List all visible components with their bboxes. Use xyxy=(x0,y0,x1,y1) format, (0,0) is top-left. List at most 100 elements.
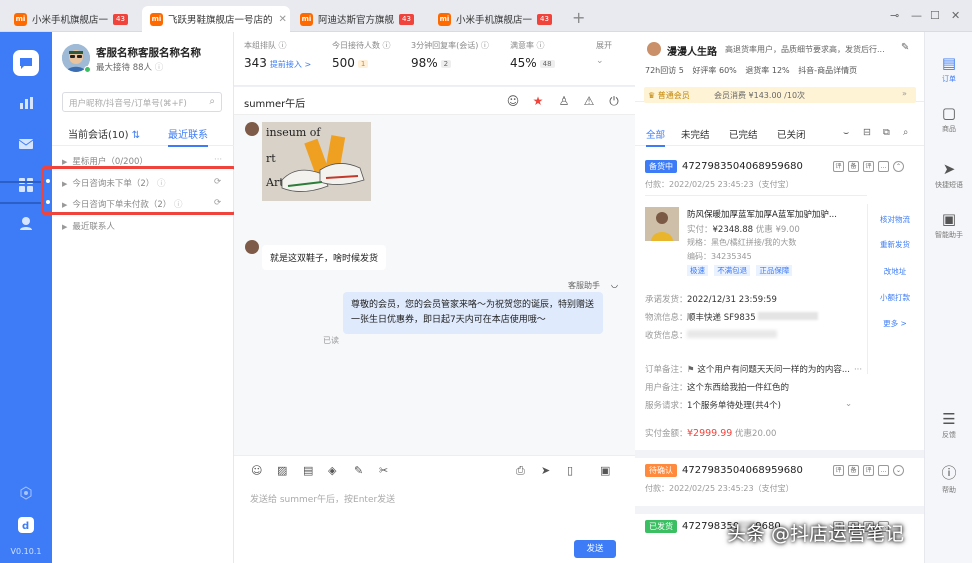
check-logistics-button[interactable]: 核对物流 xyxy=(871,214,919,225)
online-status-dot xyxy=(84,66,91,73)
star-icon[interactable]: ★ xyxy=(530,93,546,109)
more-icon: … xyxy=(878,465,889,476)
pin-icon[interactable]: ⊸ xyxy=(890,9,899,22)
close-window-icon[interactable]: ✕ xyxy=(951,9,960,22)
avatar xyxy=(647,42,661,56)
order-header: 备货中 4727983504068959680 xyxy=(645,160,803,173)
tab-xiaomi-1[interactable]: mi 小米手机旗舰店一 43 xyxy=(6,6,138,32)
calendar-icon[interactable]: ▤ xyxy=(303,464,313,477)
chat-icon[interactable] xyxy=(13,50,39,76)
emoji-icon[interactable]: ☺ xyxy=(251,464,262,477)
quick-phrases-tool[interactable]: ➤ 快捷短语 xyxy=(925,160,972,190)
search-input[interactable]: 用户昵称/抖音号/订单号(⌘+F) ⌕ xyxy=(62,92,222,112)
info-icon: ⓘ xyxy=(382,41,391,50)
chevron-down-icon: ⌄ xyxy=(845,399,853,409)
product-tags: 极速 不满包退 正品保障 xyxy=(687,265,793,276)
send-button[interactable]: 发送 xyxy=(574,540,616,558)
users-icon[interactable] xyxy=(13,210,39,236)
tab-adidas[interactable]: mi 阿迪达斯官方旗舰 43 xyxy=(292,6,424,32)
tab-incomplete[interactable]: 未完结 xyxy=(681,127,710,141)
add-tab-icon[interactable]: + xyxy=(572,8,585,27)
user-transfer-icon[interactable]: ♙ xyxy=(556,93,572,109)
mi-logo-icon: mi xyxy=(14,12,27,26)
settings-icon[interactable] xyxy=(13,480,39,506)
product-title: 防风保暖加厚蓝军加厚A蓝军加驴加驴... xyxy=(687,210,837,220)
change-address-button[interactable]: 改地址 xyxy=(871,266,919,277)
order-paid-time: 付款：2022/02/25 23:45:23（支付宝） xyxy=(645,180,794,189)
product-code: 编码：34235345 xyxy=(687,252,752,261)
smile-icon[interactable]: ☺ xyxy=(505,93,521,109)
product-photo[interactable]: inseum of rt Art xyxy=(262,122,371,201)
tab-all-orders[interactable]: 全部 xyxy=(646,127,666,147)
maximize-icon[interactable]: ☐ xyxy=(930,9,940,22)
early-access-link[interactable]: 提前接入 > xyxy=(270,60,311,69)
tab-feiyue[interactable]: mi 飞跃男鞋旗舰店一号店的 ✕ xyxy=(142,6,290,32)
more-actions-button[interactable]: 更多 > xyxy=(871,318,919,329)
highlight-box xyxy=(41,166,237,215)
apps-icon[interactable] xyxy=(13,172,39,198)
group-recent-contacts[interactable]: ▶ 最近联系人 xyxy=(62,220,115,232)
feedback-tool[interactable]: ☰ 反馈 xyxy=(925,410,972,440)
smart-assistant-tool[interactable]: ▣ 智能助手 xyxy=(925,210,972,240)
customer-metrics: 72h回访 5 好评率 60% 退货率 12% 抖音-商品详情页 xyxy=(645,66,858,75)
product-thumbnail[interactable] xyxy=(645,207,679,241)
help-tool[interactable]: ⓘ 帮助 xyxy=(925,462,972,495)
member-bar[interactable]: ♛ 普通会员 会员消费 ¥143.00 /10次 » xyxy=(644,87,916,103)
send-icon: ➤ xyxy=(942,160,956,178)
chevron-down-icon: » xyxy=(902,89,907,98)
edit-icon[interactable]: ✎ xyxy=(901,42,909,53)
chevron-up-icon: ⌃ xyxy=(893,161,904,172)
stats-icon[interactable] xyxy=(13,90,39,116)
service-request[interactable]: 服务请求：1个服务单待处理(共4个) ⌄ xyxy=(645,399,852,411)
order-actions[interactable]: 评备评 … ⌄ xyxy=(829,464,904,476)
panel-icon[interactable]: ▯ xyxy=(567,464,573,477)
tab-completed[interactable]: 已完结 xyxy=(729,127,758,141)
tab-closed[interactable]: 已关闭 xyxy=(777,127,806,141)
chevron-right-icon: ▶ xyxy=(62,223,68,231)
edit-icon[interactable]: ✎ xyxy=(354,464,363,477)
stat-today-visitors: 今日接待人数 ⓘ 500 1 xyxy=(332,41,391,70)
info-icon: ⓘ xyxy=(536,41,545,50)
message-textarea[interactable]: 发送给 summer午后，按Enter发送 xyxy=(250,492,395,505)
printer-icon[interactable]: ⎙ xyxy=(516,464,525,478)
orders-tool[interactable]: ▤ 订单 xyxy=(925,54,972,84)
chevron-right-icon: ▶ xyxy=(62,158,68,166)
close-icon[interactable]: ✕ xyxy=(279,14,287,25)
svg-text:d: d xyxy=(22,521,29,532)
unread-badge: 43 xyxy=(399,13,414,25)
photo-text: Art xyxy=(265,176,284,189)
app-logo-icon: d xyxy=(13,512,39,538)
note-icon: 备 xyxy=(848,161,859,172)
unread-badge: 43 xyxy=(113,13,128,25)
filter-icon[interactable]: ⊟ xyxy=(863,127,871,138)
copy-icon[interactable]: ⧉ xyxy=(883,127,890,138)
tab-recent-contacts[interactable]: 最近联系 xyxy=(168,126,208,147)
outgoing-message: 尊敬的会员，您的会员管家来咯～为祝贺您的诞辰，特别赠送一张生日优惠券，即日起7天… xyxy=(343,292,603,334)
products-tool[interactable]: ▢ 商品 xyxy=(925,104,972,134)
tab-current-conversations[interactable]: 当前会话(10) ⇅ xyxy=(68,126,140,141)
layers-icon[interactable]: ◈ xyxy=(328,464,336,477)
note-icon: 备 xyxy=(848,465,859,476)
power-icon[interactable]: ⏻ xyxy=(606,93,622,109)
small-payment-button[interactable]: 小额打款 xyxy=(871,292,919,303)
eye-icon[interactable]: ⌣ xyxy=(843,127,849,138)
send-plane-icon[interactable]: ➤ xyxy=(541,464,550,477)
user-remark: 用户备注：这个东西给我拍一件红色的 xyxy=(645,383,790,393)
scissors-icon[interactable]: ✂ xyxy=(379,464,388,477)
expand-stats-button[interactable]: 展开 ⌄ xyxy=(596,40,612,66)
mail-icon[interactable] xyxy=(13,131,39,157)
robot-icon[interactable]: ▣ xyxy=(600,464,610,477)
search-icon[interactable]: ⌕ xyxy=(209,96,215,107)
agent-name: 客服名称客服名称名称 xyxy=(96,47,201,59)
search-icon[interactable]: ⌕ xyxy=(903,127,908,138)
reship-button[interactable]: 重新发货 xyxy=(871,239,919,250)
image-icon[interactable]: ▨ xyxy=(277,464,287,477)
message-input-area: ☺ ▨ ▤ ◈ ✎ ✂ ⎙ ➤ ▯ ▣ 发送给 summer午后，按Enter发… xyxy=(234,455,635,563)
order-actions[interactable]: 评备评 … ⌃ xyxy=(829,160,904,172)
tab-xiaomi-2[interactable]: mi 小米手机旗舰店一 43 xyxy=(430,6,562,32)
minimize-icon[interactable]: — xyxy=(911,9,922,22)
watermark: 头条 @抖店运营笔记 xyxy=(727,523,905,545)
warning-icon[interactable]: ⚠ xyxy=(581,93,597,109)
logistics-info: 物流信息：顺丰快递 SF9835 xyxy=(645,311,818,323)
version-label: V0.10.1 xyxy=(10,547,42,556)
